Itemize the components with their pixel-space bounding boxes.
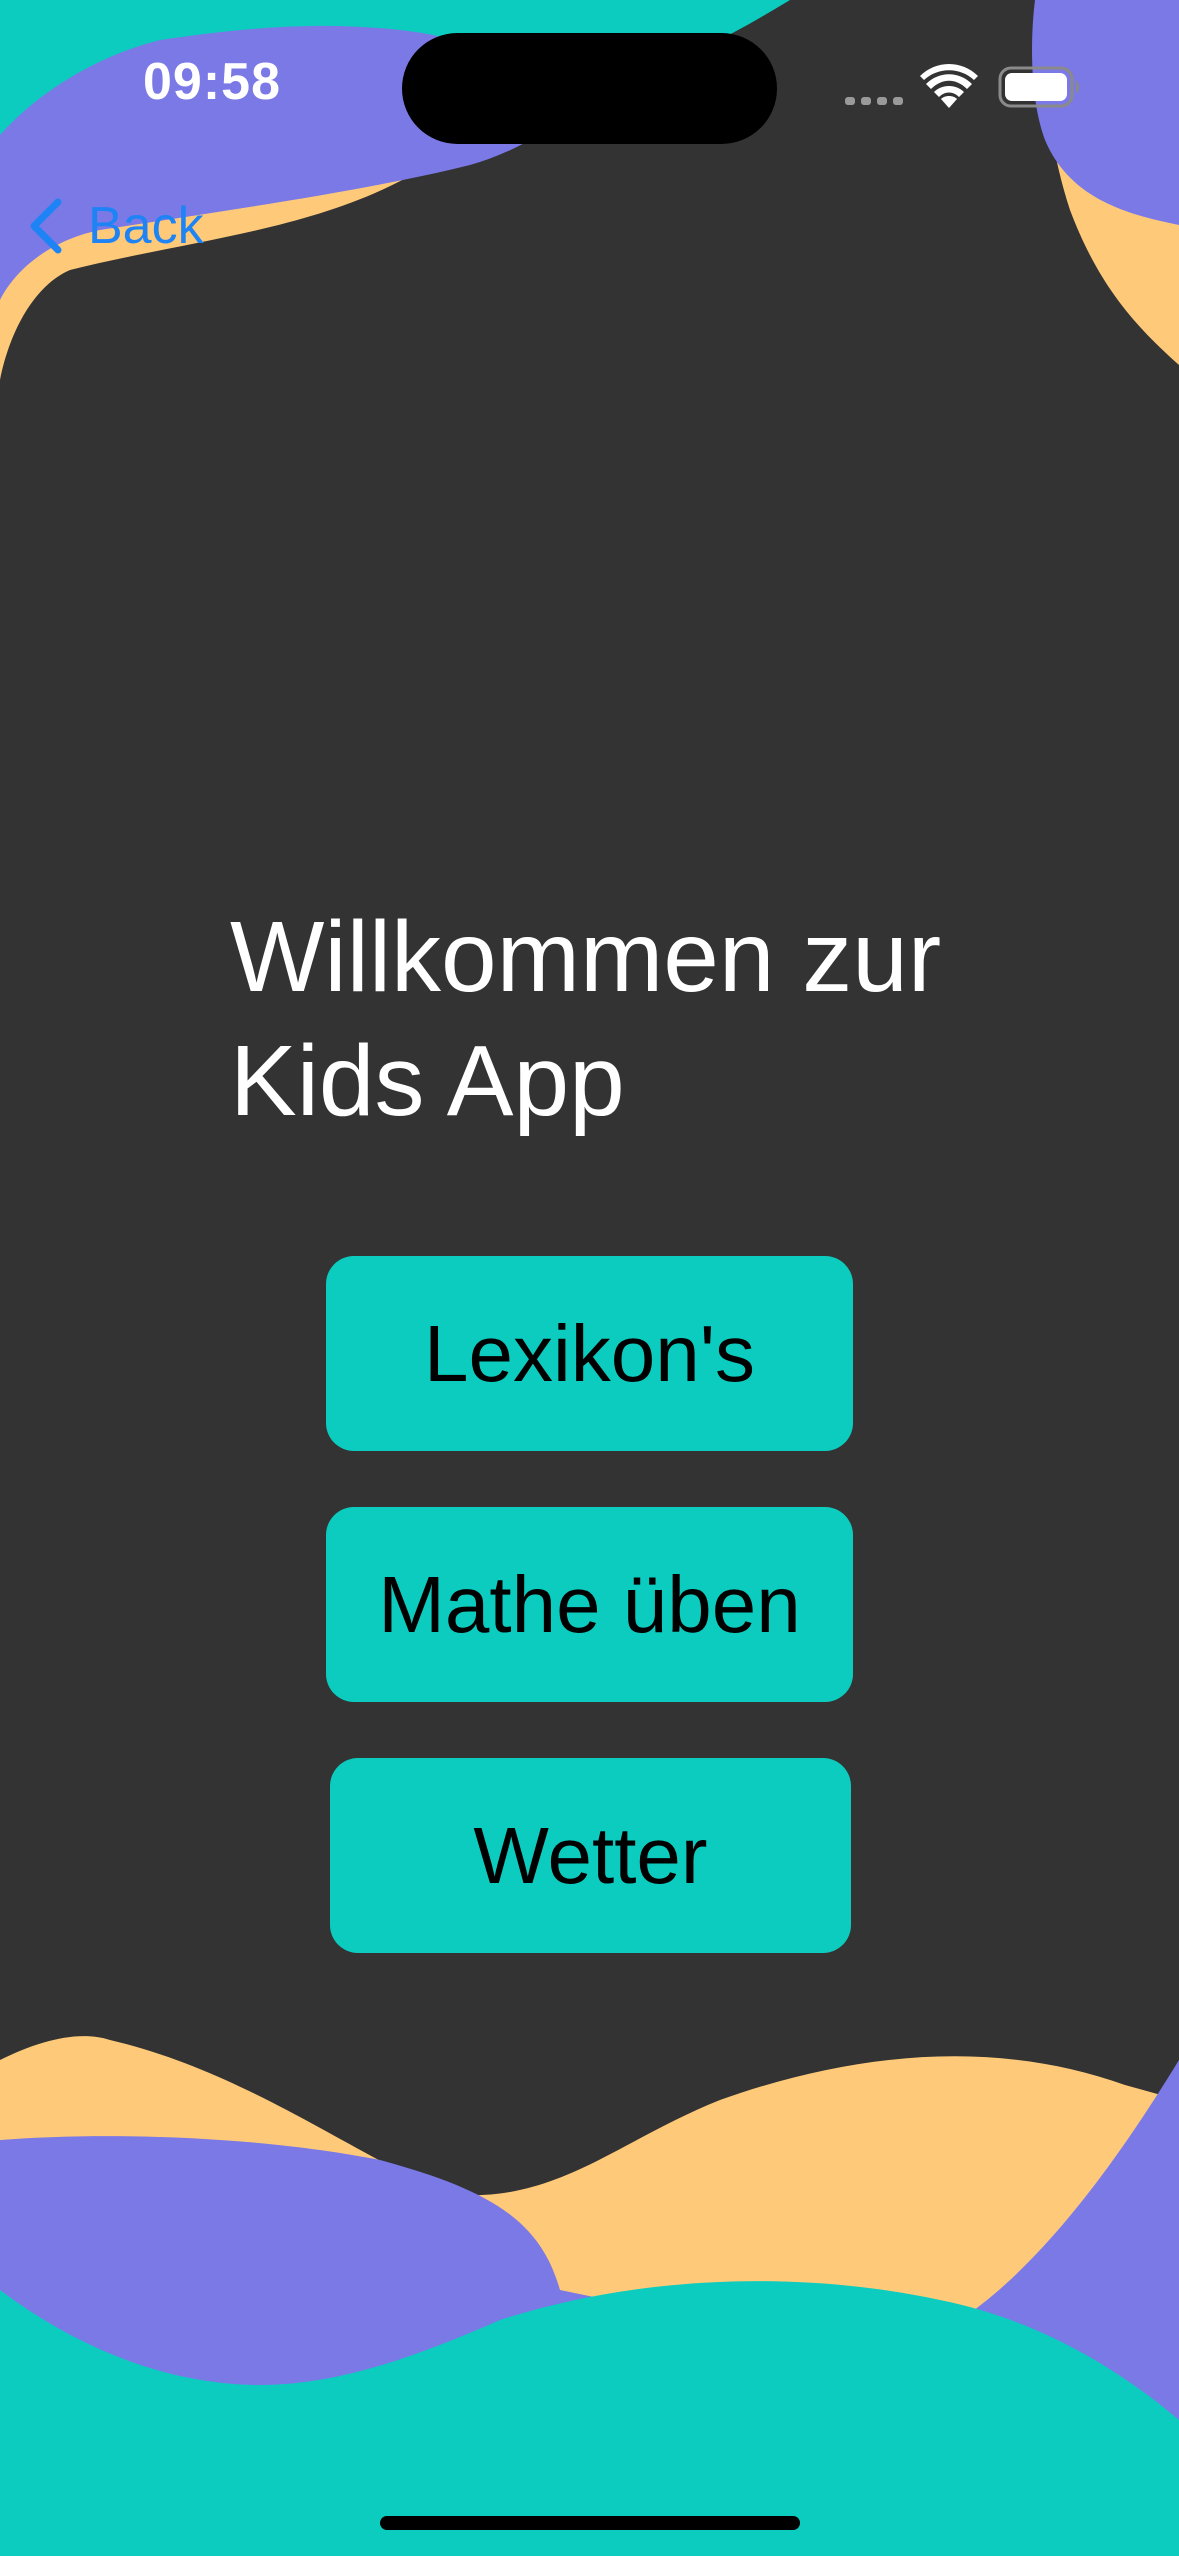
mathe-ueben-button[interactable]: Mathe üben: [326, 1507, 853, 1702]
cellular-signal-icon: [845, 97, 903, 105]
status-time: 09:58: [143, 53, 281, 111]
lexikon-button[interactable]: Lexikon's: [326, 1256, 853, 1451]
app-screen: 09:58 Back Willkommen zur Kids App Lexik…: [0, 0, 1179, 2556]
wifi-icon: [920, 64, 978, 108]
welcome-line-2: Kids App: [230, 1025, 625, 1137]
home-indicator[interactable]: [380, 2516, 800, 2530]
wetter-button[interactable]: Wetter: [330, 1758, 851, 1953]
welcome-line-1: Willkommen zur: [230, 901, 942, 1013]
top-right-wave-purple: [1032, 0, 1179, 225]
chevron-left-icon: [30, 198, 62, 254]
back-label: Back: [88, 197, 204, 255]
welcome-title: Willkommen zur Kids App: [230, 895, 1030, 1143]
battery-icon: [998, 66, 1079, 108]
dynamic-island: [402, 33, 777, 144]
back-button[interactable]: Back: [24, 188, 204, 264]
